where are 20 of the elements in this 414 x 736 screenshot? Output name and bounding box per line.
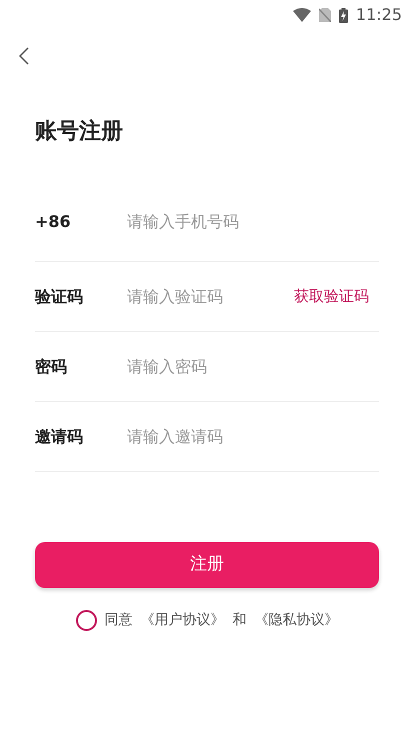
field-label: 密码 [35,356,68,378]
agree-checkbox[interactable] [76,610,96,631]
input-field[interactable]: 请输入验证码 [127,284,294,308]
status-time: 11:25 [356,4,402,26]
get-code-link[interactable]: 获取验证码 [294,285,379,308]
battery-charging-icon [338,8,348,22]
no-sim-icon [318,8,331,22]
field-label: 验证码 [35,286,84,308]
register-button[interactable]: 注册 [35,542,379,588]
field-label: +86 [35,211,72,233]
page-title: 账号注册 [35,118,124,146]
wifi-icon [292,8,311,22]
user-agreement-link[interactable]: 《用户协议》 [140,610,224,631]
input-field[interactable]: 请输入邀请码 [127,424,379,448]
input-field[interactable]: 请输入手机号码 [127,210,379,234]
agreement-text: 和 [232,611,246,630]
field-label: 邀请码 [35,426,84,448]
input-field[interactable]: 请输入密码 [127,354,379,378]
privacy-policy-link[interactable]: 《隐私协议》 [254,610,338,631]
agreement-text: 同意 [104,611,132,630]
